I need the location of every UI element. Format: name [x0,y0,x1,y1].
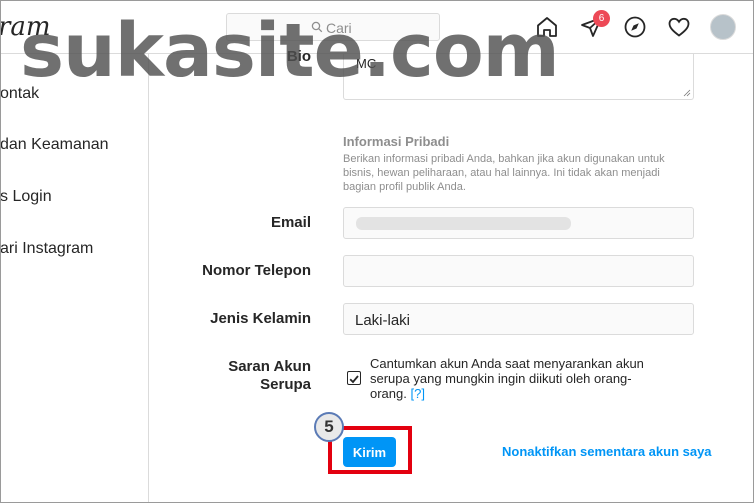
email-value-redacted [356,217,571,230]
sidebar-item-emails-from-instagram[interactable]: ari Instagram [0,240,93,258]
submit-button[interactable]: Kirim [343,437,396,467]
sidebar-item-login-activity[interactable]: s Login [0,188,52,206]
gender-value: Laki-laki [355,312,411,329]
gender-field[interactable]: Laki-laki [343,303,694,335]
explore-icon[interactable] [623,15,647,39]
step-number-badge: 5 [314,412,344,442]
deactivate-account-link[interactable]: Nonaktifkan sementara akun saya [502,444,712,459]
similar-accounts-label-line2: Serupa [260,376,311,393]
personal-info-description: Berikan informasi pribadi Anda, bahkan j… [343,153,665,193]
email-field[interactable] [343,207,694,239]
personal-info-title: Informasi Pribadi [343,134,450,149]
settings-sidebar: ontak dan Keamanan s Login ari Instagram [0,54,149,503]
watermark: sukasite.com [20,8,560,94]
phone-label: Nomor Telepon [202,262,311,279]
settings-card: ontak dan Keamanan s Login ari Instagram… [0,48,754,503]
checkmark-icon [349,375,359,384]
similar-accounts-label: Saran Akun Serupa [150,358,311,394]
help-link[interactable]: [?] [411,386,425,401]
phone-field[interactable] [343,255,694,287]
similar-accounts-checkbox[interactable] [347,371,361,385]
similar-accounts-text: Cantumkan akun Anda saat menyarankan aku… [370,356,650,401]
email-label: Email [270,214,311,231]
resize-handle-icon[interactable] [683,89,691,97]
gender-label: Jenis Kelamin [210,310,311,327]
avatar[interactable] [710,14,736,40]
similar-accounts-label-line1: Saran Akun [228,358,311,375]
notification-badge: 6 [593,10,610,27]
heart-icon[interactable] [667,15,691,39]
sidebar-item-privacy-security[interactable]: dan Keamanan [0,136,109,154]
